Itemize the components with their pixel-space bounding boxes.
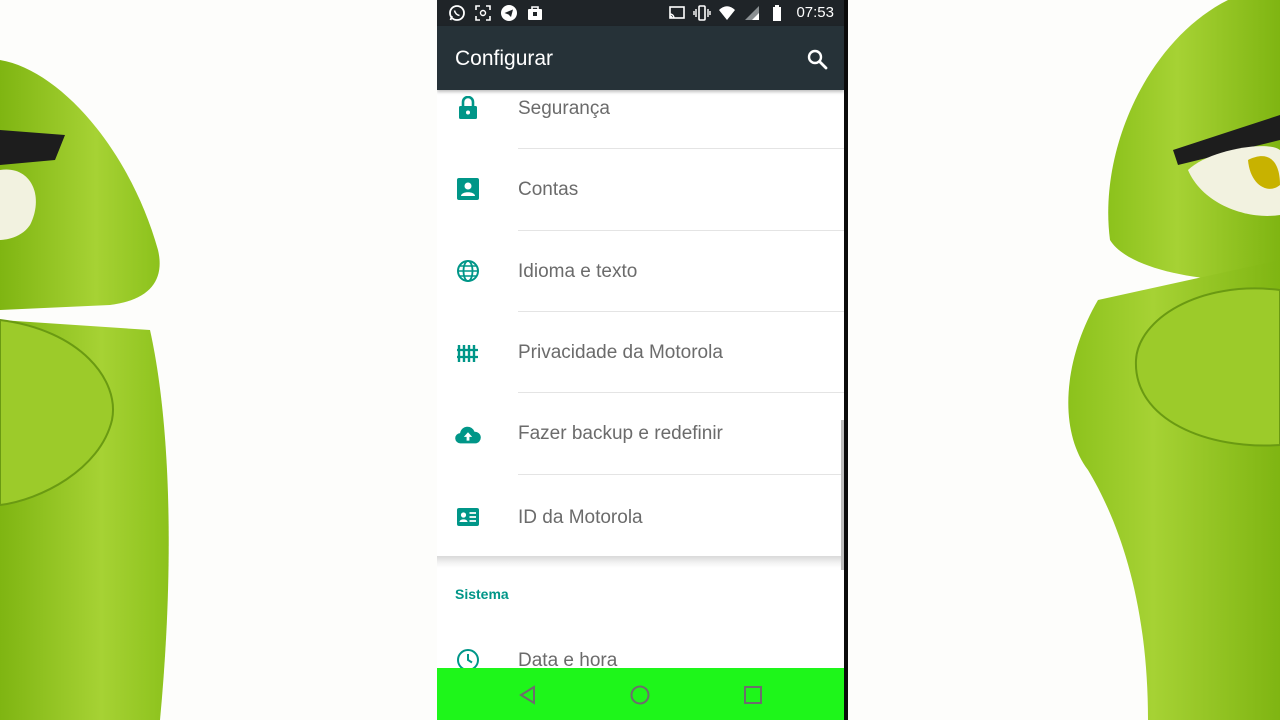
settings-item-contas[interactable]: Contas	[437, 149, 844, 230]
section-separator	[437, 556, 844, 568]
recents-button[interactable]	[740, 682, 766, 708]
account-icon	[455, 176, 481, 202]
settings-item-seguranca[interactable]: Segurança	[437, 90, 844, 149]
recents-icon	[744, 686, 762, 704]
bag-icon	[525, 3, 545, 23]
settings-item-privacidade[interactable]: Privacidade da Motorola	[437, 312, 844, 393]
back-button[interactable]	[515, 682, 541, 708]
settings-item-backup[interactable]: Fazer backup e redefinir	[437, 393, 844, 474]
search-button[interactable]	[804, 46, 830, 72]
home-button[interactable]	[627, 682, 653, 708]
telegram-icon	[499, 3, 519, 23]
clock-icon	[455, 647, 481, 668]
search-icon	[807, 49, 828, 70]
settings-item-idioma[interactable]: Idioma e texto	[437, 231, 844, 312]
settings-item-label: Segurança	[518, 98, 610, 119]
app-bar: Configurar	[437, 26, 844, 90]
navigation-bar	[437, 668, 844, 720]
right-android-mascot	[848, 0, 1280, 720]
screenshot-icon	[473, 3, 493, 23]
back-icon	[519, 685, 535, 705]
home-icon	[630, 685, 650, 705]
battery-icon	[767, 3, 787, 23]
settings-item-motorola-id[interactable]: ID da Motorola	[437, 475, 844, 556]
signal-icon	[742, 3, 762, 23]
settings-list: Segurança Contas Idioma e texto Privacid…	[437, 90, 844, 668]
cloud-upload-icon	[455, 422, 481, 448]
settings-item-label: ID da Motorola	[518, 507, 643, 528]
phone-bezel-edge	[844, 0, 848, 720]
settings-item-label: Contas	[518, 179, 579, 200]
system-status-icons: 07:53	[667, 3, 834, 23]
whatsapp-icon	[447, 3, 467, 23]
notification-icons	[447, 3, 545, 23]
vibrate-icon	[692, 3, 712, 23]
id-card-icon	[455, 504, 481, 530]
status-clock: 07:53	[796, 4, 834, 21]
fence-icon	[455, 340, 481, 366]
page-title: Configurar	[455, 47, 554, 70]
wifi-icon	[717, 3, 737, 23]
lock-icon	[455, 95, 481, 121]
left-android-mascot	[0, 0, 437, 720]
cast-icon	[667, 3, 687, 23]
settings-item-label: Data e hora	[518, 650, 618, 668]
phone-screen: 07:53 Configurar Segurança Contas Idioma…	[437, 0, 844, 720]
globe-icon	[455, 258, 481, 284]
settings-item-label: Idioma e texto	[518, 261, 638, 282]
settings-item-label: Fazer backup e redefinir	[518, 423, 723, 444]
settings-item-label: Privacidade da Motorola	[518, 342, 723, 363]
settings-item-data-hora[interactable]: Data e hora	[437, 630, 844, 668]
section-header-sistema: Sistema	[455, 586, 509, 602]
status-bar: 07:53	[437, 0, 844, 26]
